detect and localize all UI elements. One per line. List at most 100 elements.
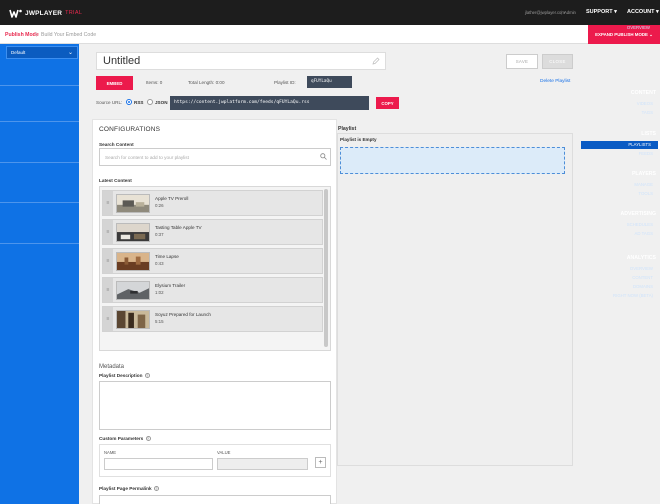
close-button[interactable]: CLOSE xyxy=(542,54,573,69)
json-radio[interactable] xyxy=(147,99,153,105)
sidebar-section-lists: LISTS xyxy=(641,131,656,137)
sidebar-section-advertising: ADVERTISING xyxy=(620,211,656,217)
playlist-title: Playlist xyxy=(338,126,357,132)
rss-radio-label[interactable]: RSS xyxy=(134,100,143,105)
chevron-down-icon: ⌄ xyxy=(67,50,73,56)
param-name-header: NAME xyxy=(104,450,117,455)
param-value-input[interactable] xyxy=(217,458,308,470)
param-value-header: VALUE xyxy=(217,450,231,455)
list-item[interactable]: ≡ Tasting Table Apple TV 0:37 xyxy=(102,219,323,245)
video-duration: 0:43 xyxy=(155,261,164,266)
account-menu[interactable]: ACCOUNT ▾ xyxy=(627,9,659,15)
playlist-description-label: Playlist Description ? xyxy=(99,373,150,379)
drag-handle-icon[interactable]: ≡ xyxy=(103,220,113,244)
drag-handle-icon[interactable]: ≡ xyxy=(103,191,113,215)
video-duration: 1:02 xyxy=(155,290,164,295)
sidebar-section-players: PLAYERS xyxy=(631,171,656,177)
video-thumbnail xyxy=(116,223,150,242)
help-icon[interactable]: ? xyxy=(144,373,150,379)
sidebar-item-schedules[interactable]: SCHEDULES xyxy=(627,222,653,227)
playlist-title-input[interactable]: Untitled xyxy=(96,52,386,70)
sidebar-item-domains[interactable]: DOMAINS xyxy=(633,284,653,289)
nav-divider xyxy=(0,243,79,244)
video-thumbnail xyxy=(116,310,150,329)
mode-separator: | xyxy=(36,32,38,38)
video-title: Elysium Trailer xyxy=(155,283,186,288)
nav-divider xyxy=(0,85,79,86)
playlist-drop-zone[interactable] xyxy=(340,147,565,174)
help-icon[interactable]: ? xyxy=(145,436,151,442)
copy-url-button[interactable]: COPY xyxy=(376,97,399,109)
embed-button[interactable]: EMBED xyxy=(96,76,133,90)
video-thumbnail xyxy=(116,281,150,300)
sidebar-item-overview[interactable]: OVERVIEW xyxy=(627,25,650,30)
sidebar-item-right-now[interactable]: RIGHT NOW (BETA) xyxy=(613,293,653,298)
admin-link[interactable]: Admin xyxy=(564,10,576,15)
playlist-id-field[interactable]: qFUYLaQu xyxy=(307,76,352,88)
support-menu[interactable]: SUPPORT ▾ xyxy=(586,9,617,15)
sidebar-item-analytics-overview[interactable]: OVERVIEW xyxy=(630,266,653,271)
drag-handle-icon[interactable]: ≡ xyxy=(103,307,113,331)
user-email[interactable]: jlather@jwplayer.com xyxy=(525,10,565,15)
sidebar-item-tags[interactable]: TAGS xyxy=(642,110,653,115)
playlist-permalink-label: Playlist Page Permalink ? xyxy=(99,486,159,492)
json-radio-label[interactable]: JSON xyxy=(155,100,168,105)
list-item[interactable]: ≡ Apple TV Preroll 0:26 xyxy=(102,190,323,216)
metadata-title: Metadata xyxy=(99,364,125,370)
mode-bar: Publish Mode | Build Your Embed Code xyxy=(0,25,660,44)
list-scrollbar[interactable] xyxy=(324,189,328,347)
sidebar-item-manage[interactable]: MANAGE xyxy=(634,182,653,187)
video-title: Apple TV Preroll xyxy=(155,196,189,201)
build-embed-code-tab[interactable]: Build Your Embed Code xyxy=(41,32,96,38)
search-content-input[interactable]: Search for content to add to your playli… xyxy=(99,148,331,166)
playlist-description-textarea[interactable] xyxy=(99,381,331,430)
playlist-panel xyxy=(337,133,573,466)
search-icon[interactable] xyxy=(320,153,327,160)
sidebar-item-playlists[interactable]: PLAYLISTS xyxy=(581,141,660,149)
add-parameter-button[interactable]: + xyxy=(315,457,326,468)
param-name-input[interactable] xyxy=(104,458,213,470)
items-count: Items: 0 xyxy=(146,80,163,85)
trial-label: TRIAL xyxy=(65,10,83,16)
list-item[interactable]: ≡ Soyuz Prepared for Launch 5:15 xyxy=(102,306,323,332)
playlist-empty-label: Playlist is Empty xyxy=(340,137,377,142)
save-button[interactable]: SAVE xyxy=(506,54,538,69)
drag-handle-icon[interactable]: ≡ xyxy=(103,249,113,273)
search-content-label: Search Content xyxy=(99,142,134,147)
video-title: Time Lapse xyxy=(155,254,179,259)
sidebar-item-ad-tags[interactable]: AD TAGS xyxy=(635,231,653,236)
configurations-title: CONFIGURATIONS xyxy=(99,126,161,133)
drag-handle-icon[interactable]: ≡ xyxy=(103,278,113,302)
pencil-icon xyxy=(372,57,380,65)
list-item[interactable]: ≡ Time Lapse 0:43 xyxy=(102,248,323,274)
video-title: Tasting Table Apple TV xyxy=(155,225,202,230)
nav-divider xyxy=(0,162,79,163)
sidebar-item-feeds[interactable]: FEEDS xyxy=(639,151,653,156)
custom-parameters-label: Custom Parameters ? xyxy=(99,436,151,442)
latest-content-label: Latest Content xyxy=(99,178,132,183)
playlist-permalink-input[interactable] xyxy=(99,495,331,504)
source-url-label: Source URL: xyxy=(96,100,123,105)
sidebar-section-analytics: ANALYTICS xyxy=(626,255,656,261)
sidebar-item-videos[interactable]: VIDEOS xyxy=(637,101,653,106)
help-icon[interactable]: ? xyxy=(153,486,159,492)
total-length: Total Length: 0:00 xyxy=(188,80,225,85)
sidebar-item-tools[interactable]: TOOLS xyxy=(639,191,654,196)
video-title: Soyuz Prepared for Launch xyxy=(155,312,211,317)
delete-playlist-link[interactable]: Delete Playlist xyxy=(540,79,570,84)
playlist-description-label-text: Playlist Description xyxy=(99,373,143,378)
sidebar: Default ⌄ xyxy=(0,44,79,504)
property-value: Default xyxy=(11,50,26,55)
sidebar-section-content: CONTENT xyxy=(630,90,656,96)
publish-mode-tab[interactable]: Publish Mode xyxy=(5,32,39,38)
rss-radio[interactable] xyxy=(126,99,132,105)
video-duration: 0:37 xyxy=(155,232,164,237)
sidebar-item-analytics-content[interactable]: CONTENT xyxy=(632,275,653,280)
custom-parameters-label-text: Custom Parameters xyxy=(99,436,144,441)
list-item[interactable]: ≡ Elysium Trailer 1:02 xyxy=(102,277,323,303)
source-url-field[interactable]: https://content.jwplatform.com/feeds/qFU… xyxy=(170,96,369,110)
jwplayer-logo-icon xyxy=(9,9,22,18)
playlist-permalink-label-text: Playlist Page Permalink xyxy=(99,486,152,491)
jwplayer-logo[interactable]: JWPLAYER TRIAL xyxy=(9,7,82,19)
property-select[interactable]: Default ⌄ xyxy=(6,46,78,59)
